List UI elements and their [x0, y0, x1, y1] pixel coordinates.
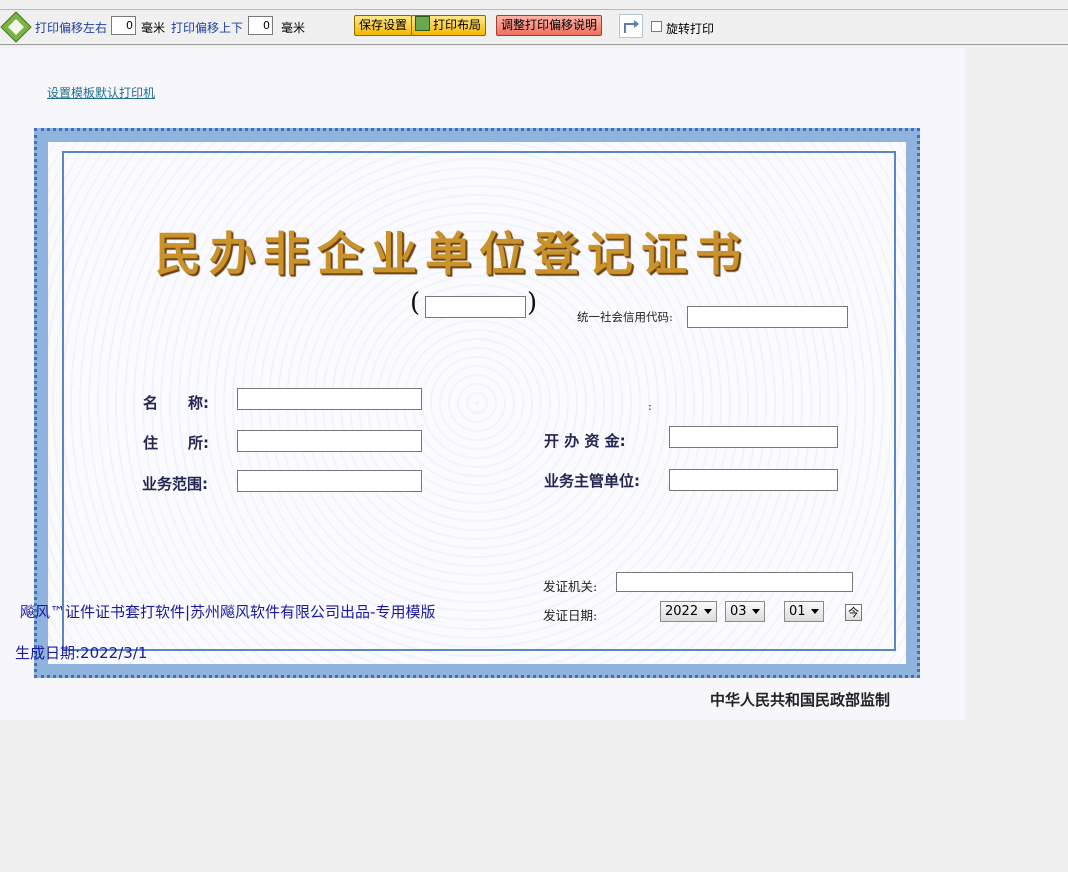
name-label: 名 称:	[143, 394, 209, 412]
chevron-down-icon	[704, 609, 712, 614]
paren-left: (	[410, 288, 421, 318]
day-value: 01	[789, 604, 806, 619]
chevron-down-icon	[752, 609, 760, 614]
year-value: 2022	[665, 604, 699, 619]
stray-colon: :	[648, 399, 652, 413]
save-settings-label: 保存设置	[359, 18, 408, 32]
offset-lr-input[interactable]	[111, 16, 136, 35]
address-field[interactable]	[237, 430, 422, 452]
move-arrows-icon[interactable]	[0, 11, 32, 43]
footer-brand-text: 飚风™证件证书套打软件|苏州飚风软件有限公司出品-专用模版	[20, 603, 436, 621]
layout-icon	[415, 16, 430, 31]
day-select[interactable]: 01	[784, 601, 824, 622]
print-layout-button[interactable]: 打印布局	[411, 15, 487, 36]
month-select[interactable]: 03	[725, 601, 765, 622]
offset-help-button[interactable]: 调整打印偏移说明	[496, 15, 603, 36]
supervisor-label: 业务主管单位:	[544, 472, 640, 490]
capital-label: 开 办 资 金:	[544, 432, 626, 450]
rotate-print-label: 旋转打印	[666, 22, 715, 36]
business-scope-label: 业务范围:	[142, 475, 208, 493]
supervisor-field[interactable]	[669, 469, 838, 491]
month-value: 03	[730, 604, 747, 619]
rotate-icon[interactable]	[619, 14, 643, 38]
chevron-down-icon	[811, 609, 819, 614]
issue-date-label: 发证日期:	[543, 608, 598, 623]
top-menu-strip	[0, 0, 1068, 10]
offset-ud-unit: 毫米	[281, 21, 306, 35]
offset-ud-input[interactable]	[248, 16, 273, 35]
paren-right: )	[527, 288, 538, 318]
offset-lr-label: 打印偏移左右	[35, 21, 108, 35]
generated-date: 生成日期:2022/3/1	[15, 644, 148, 662]
issuer-field[interactable]	[616, 572, 853, 592]
credit-code-field[interactable]	[687, 306, 848, 328]
certificate-title: 民办非企业单位登记证书	[155, 227, 749, 281]
certificate-preview: 设置模板默认打印机 民办非企业单位登记证书 ( ) 统一社会信用代码: 名 称:…	[0, 48, 965, 720]
address-label: 住 所:	[143, 434, 209, 452]
year-select[interactable]: 2022	[660, 601, 717, 622]
supervision-note: 中华人民共和国民政部监制	[710, 691, 891, 709]
today-button[interactable]: 今	[845, 604, 862, 621]
credit-code-label: 统一社会信用代码:	[577, 310, 673, 324]
issuer-label: 发证机关:	[543, 579, 598, 594]
offset-lr-unit: 毫米	[141, 21, 166, 35]
save-settings-button[interactable]: 保存设置	[354, 15, 413, 36]
business-scope-field[interactable]	[237, 470, 422, 492]
capital-field[interactable]	[669, 426, 838, 448]
offset-ud-label: 打印偏移上下	[171, 21, 244, 35]
rotate-print-checkbox[interactable]	[651, 21, 662, 32]
certificate-type-field[interactable]	[425, 296, 526, 318]
default-printer-link[interactable]: 设置模板默认打印机	[47, 84, 155, 101]
offset-help-label: 调整打印偏移说明	[501, 18, 598, 32]
name-field[interactable]	[237, 388, 422, 410]
print-layout-label: 打印布局	[433, 18, 482, 32]
print-toolbar: 打印偏移左右 毫米 打印偏移上下 毫米 保存设置 打印布局 调整打印偏移说明 旋…	[0, 10, 1068, 45]
